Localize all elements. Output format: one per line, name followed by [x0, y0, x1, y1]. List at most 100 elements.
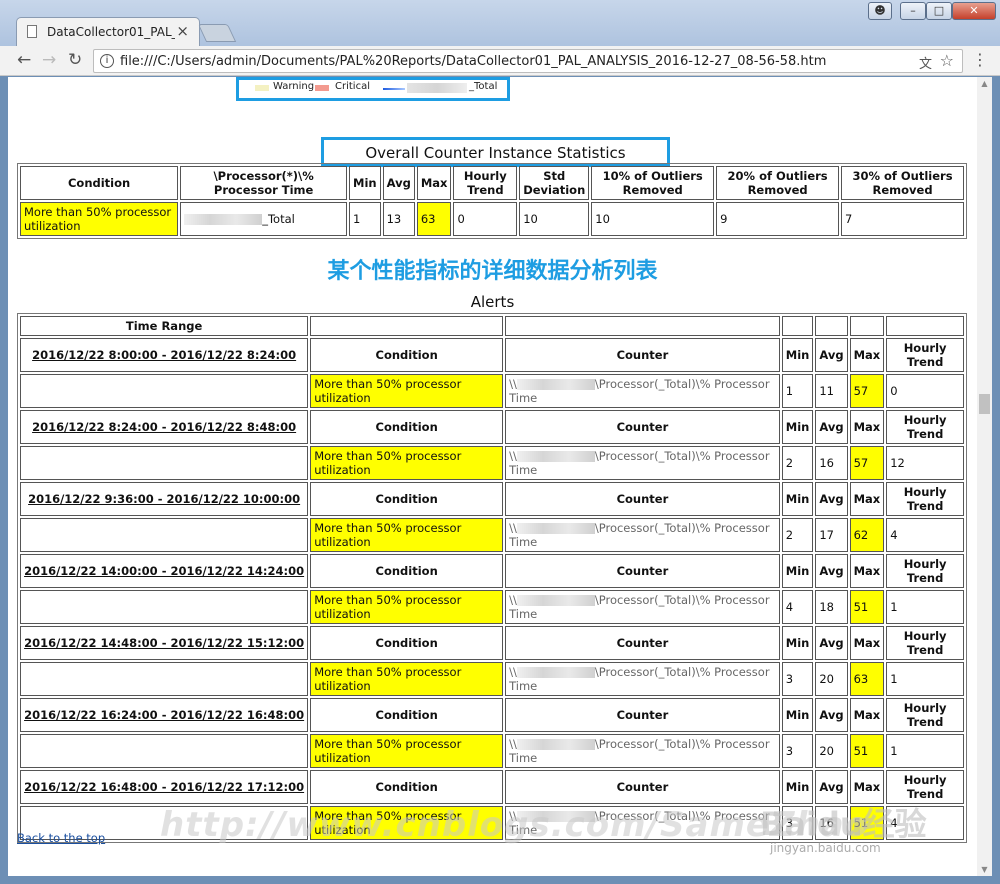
column-header: Counter — [505, 770, 780, 804]
time-range-link[interactable]: 2016/12/22 9:36:00 - 2016/12/22 10:00:00 — [20, 482, 309, 516]
trend-cell: 1 — [886, 734, 964, 768]
column-header: Min — [349, 166, 381, 200]
vertical-scrollbar[interactable]: ▲ ▼ — [977, 77, 992, 876]
outliers-20-cell: 9 — [716, 202, 840, 236]
column-header: Min — [781, 482, 814, 516]
empty-cell — [20, 734, 309, 768]
min-cell: 3 — [781, 662, 814, 696]
time-range-link[interactable]: 2016/12/22 8:24:00 - 2016/12/22 8:48:00 — [20, 410, 309, 444]
scroll-down-icon[interactable]: ▼ — [979, 865, 990, 874]
back-arrow-icon[interactable]: ← — [17, 50, 31, 70]
max-cell: 63 — [416, 202, 452, 236]
chart-legend: Warning Critical _Total — [236, 77, 510, 101]
column-header: Min — [781, 698, 814, 732]
counter-cell: \\ \Processor(_Total)\% Processor Time — [505, 518, 780, 552]
legend-critical-label: Critical — [335, 81, 370, 92]
column-header: Counter — [505, 698, 780, 732]
back-to-top-link[interactable]: Back to the top — [17, 831, 105, 845]
redacted-server-name — [184, 214, 263, 225]
column-header: Condition — [310, 698, 504, 732]
column-header: Std Deviation — [519, 166, 590, 200]
column-header: Hourly Trend — [886, 482, 964, 516]
time-range-header: Time Range — [20, 316, 309, 336]
trend-cell: 12 — [886, 446, 964, 480]
address-bar[interactable]: i file:///C:/Users/admin/Documents/PAL%2… — [93, 49, 963, 73]
total-line-swatch — [383, 88, 405, 90]
empty-cell — [20, 590, 309, 624]
table-header-row: Condition \Processor(*)\% Processor Time… — [20, 166, 964, 200]
column-header: Counter — [505, 410, 780, 444]
std-cell: 10 — [519, 202, 590, 236]
outliers-30-cell: 7 — [841, 202, 964, 236]
column-header: Condition — [310, 554, 504, 588]
time-range-link[interactable]: 2016/12/22 14:00:00 - 2016/12/22 14:24:0… — [20, 554, 309, 588]
column-header: Max — [849, 698, 885, 732]
column-header: Max — [849, 338, 885, 372]
empty-header-cell — [781, 316, 814, 336]
forward-arrow-icon[interactable]: → — [42, 50, 56, 70]
empty-cell — [20, 518, 309, 552]
translate-icon[interactable]: 文 — [919, 53, 932, 72]
time-range-link[interactable]: 2016/12/22 16:48:00 - 2016/12/22 17:12:0… — [20, 770, 309, 804]
table-row: More than 50% processor utilization \\ \Pr… — [20, 374, 964, 408]
instance-cell: _Total — [180, 202, 348, 236]
redacted-server-name — [516, 595, 595, 606]
empty-cell — [20, 662, 309, 696]
empty-cell — [20, 374, 309, 408]
alert-header-row: 2016/12/22 8:00:00 - 2016/12/22 8:24:00 C… — [20, 338, 964, 372]
close-icon[interactable]: ✕ — [952, 2, 996, 20]
time-range-link[interactable]: 2016/12/22 16:24:00 - 2016/12/22 16:48:0… — [20, 698, 309, 732]
condition-cell: More than 50% processor utilization — [310, 662, 504, 696]
column-header: 10% of Outliers Removed — [591, 166, 715, 200]
max-cell: 63 — [849, 662, 885, 696]
empty-header-cell — [886, 316, 964, 336]
column-header: Hourly Trend — [886, 626, 964, 660]
condition-cell: More than 50% processor utilization — [310, 446, 504, 480]
star-icon[interactable]: ☆ — [940, 51, 954, 70]
reload-icon[interactable]: ↻ — [68, 50, 82, 70]
browser-tab[interactable]: DataCollector01_PAL_A × — [16, 17, 200, 46]
redacted-server-name — [516, 523, 595, 534]
minimize-icon[interactable]: – — [900, 2, 926, 20]
avg-cell: 20 — [815, 662, 848, 696]
time-range-link[interactable]: 2016/12/22 8:00:00 - 2016/12/22 8:24:00 — [20, 338, 309, 372]
condition-cell: More than 50% processor utilization — [310, 374, 504, 408]
redacted-server-name — [516, 379, 595, 390]
critical-swatch — [315, 85, 329, 91]
empty-cell — [20, 446, 309, 480]
info-icon[interactable]: i — [100, 54, 114, 68]
baidu-url: jingyan.baidu.com — [770, 841, 881, 855]
trend-cell: 4 — [886, 518, 964, 552]
counter-cell: \\ \Processor(_Total)\% Processor Time — [505, 734, 780, 768]
url-text[interactable]: file:///C:/Users/admin/Documents/PAL%20R… — [120, 54, 826, 69]
column-header: Hourly Trend — [886, 338, 964, 372]
min-cell: 2 — [781, 518, 814, 552]
outliers-10-cell: 10 — [591, 202, 715, 236]
time-range-link[interactable]: 2016/12/22 14:48:00 - 2016/12/22 15:12:0… — [20, 626, 309, 660]
avg-cell: 11 — [815, 374, 848, 408]
scroll-up-icon[interactable]: ▲ — [979, 79, 990, 88]
redacted-server-name — [516, 739, 595, 750]
max-cell: 57 — [849, 374, 885, 408]
column-header: Avg — [815, 698, 848, 732]
column-header: Avg — [815, 410, 848, 444]
empty-header-cell — [505, 316, 780, 336]
column-header: Min — [781, 410, 814, 444]
menu-icon[interactable]: ⋮ — [972, 50, 988, 69]
counter-cell: \\ \Processor(_Total)\% Processor Time — [505, 446, 780, 480]
column-header: Max — [849, 410, 885, 444]
profile-button[interactable]: ☻ — [868, 2, 892, 20]
maximize-icon[interactable]: □ — [926, 2, 952, 20]
avg-cell: 13 — [382, 202, 415, 236]
title-bar: DataCollector01_PAL_A × ☻ – □ ✕ — [0, 0, 1000, 46]
condition-cell: More than 50% processor utilization — [310, 518, 504, 552]
column-header: Counter — [505, 338, 780, 372]
tab-close-icon[interactable]: × — [176, 22, 189, 40]
new-tab-button[interactable] — [197, 24, 237, 42]
alert-header-row: 2016/12/22 14:48:00 - 2016/12/22 15:12:0… — [20, 626, 964, 660]
scroll-thumb[interactable] — [979, 394, 990, 414]
column-header: Avg — [815, 338, 848, 372]
column-header: Counter — [505, 554, 780, 588]
table-row: More than 50% processor utilization \\ \Pr… — [20, 662, 964, 696]
column-header: Hourly Trend — [886, 554, 964, 588]
